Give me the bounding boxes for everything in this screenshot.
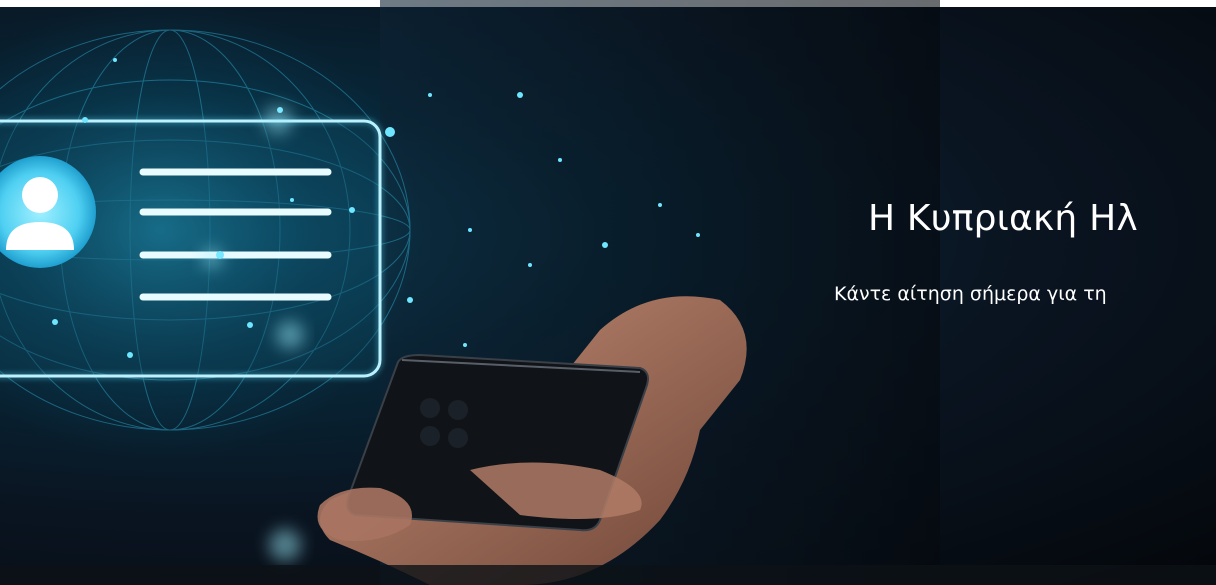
id-card-icon (0, 117, 384, 380)
bottom-strip (0, 565, 1216, 585)
hero-subline: Κάντε αίτηση σήμερα για τη (834, 283, 1107, 305)
hero-banner: Η Κυπριακή Ηλ Κάντε αίτηση σήμερα για τη (0, 0, 1216, 585)
hero-headline: Η Κυπριακή Ηλ (868, 198, 1138, 239)
